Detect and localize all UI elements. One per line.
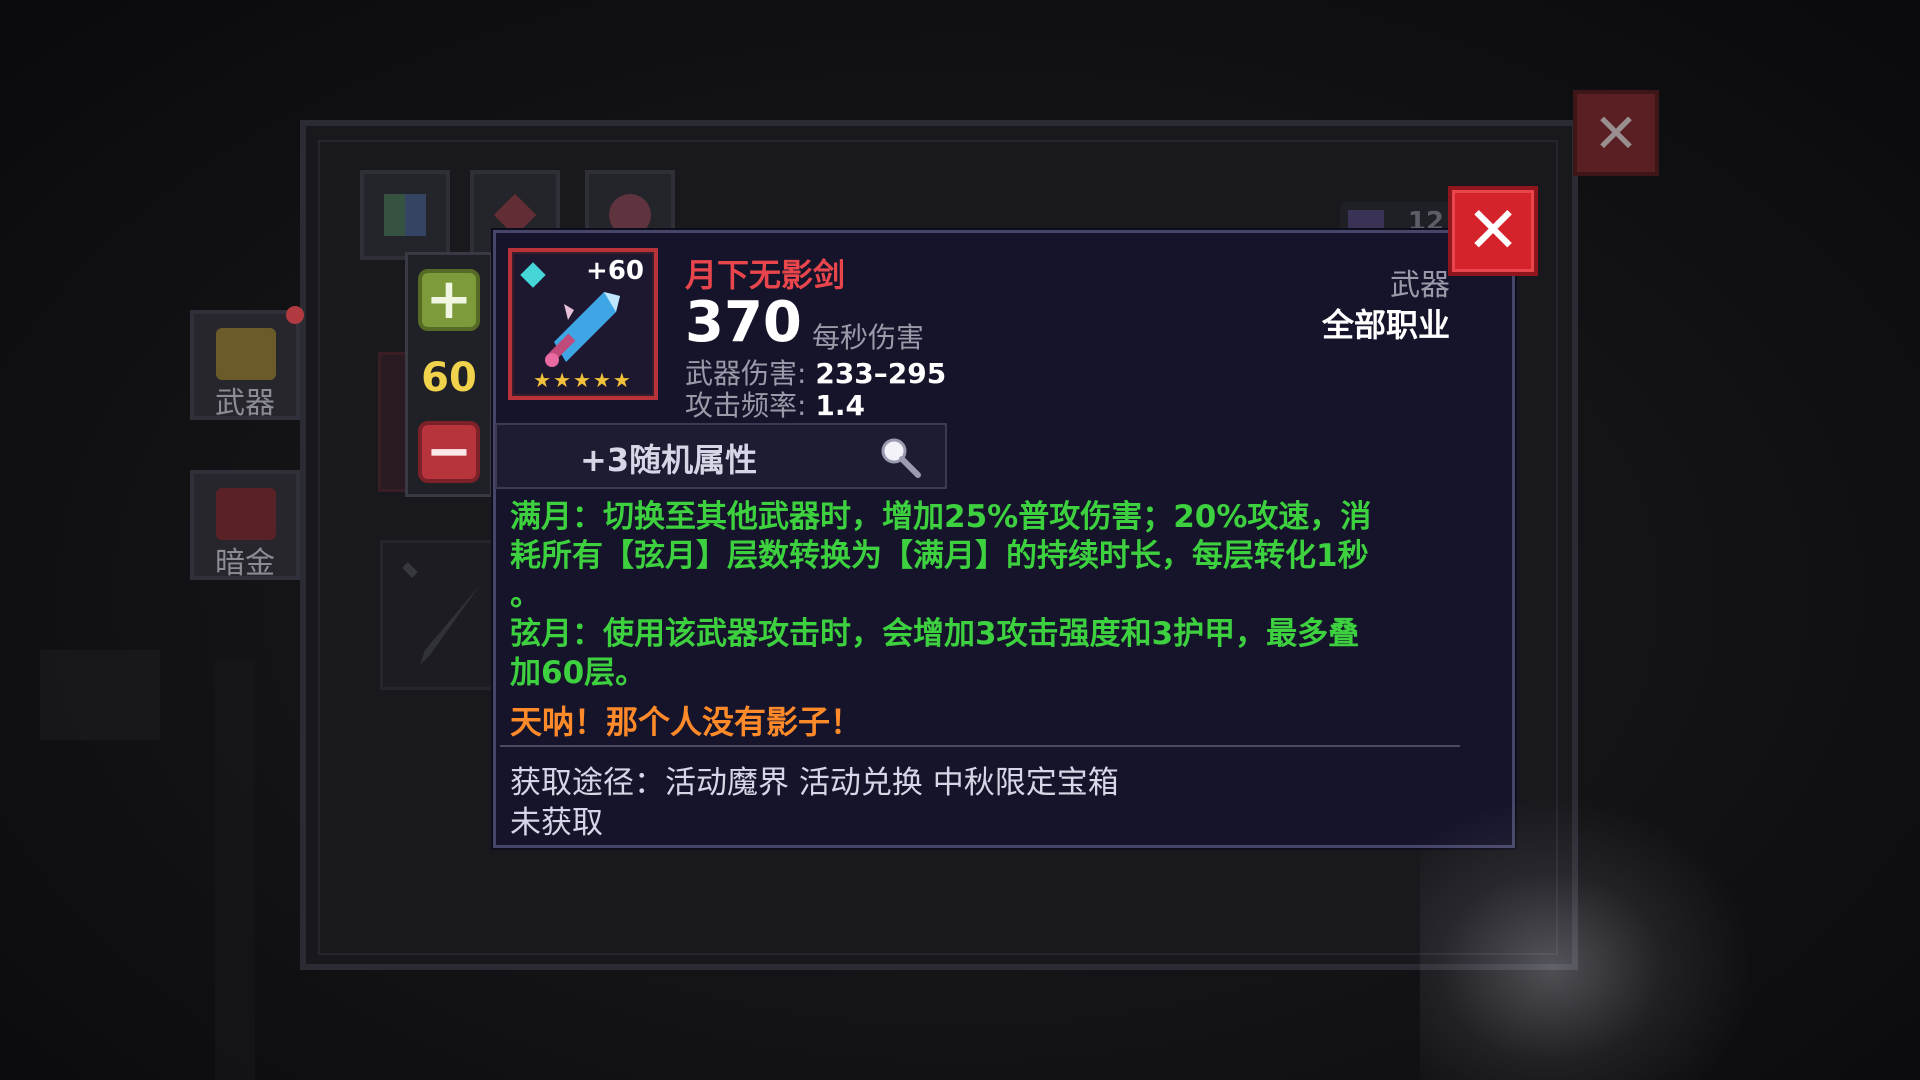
- dark-gold-chest-icon: [216, 488, 276, 540]
- increase-button[interactable]: +: [418, 269, 480, 331]
- dps-label: 每秒伤害: [812, 321, 925, 354]
- grid-icon: [384, 194, 426, 236]
- screen-glow: [1420, 800, 1750, 1080]
- background-decoration: [40, 650, 160, 740]
- moon-sword-icon: [545, 292, 620, 367]
- inventory-slot[interactable]: [380, 540, 500, 690]
- minus-icon: −: [425, 419, 473, 484]
- background-decoration: [215, 660, 255, 1080]
- flavor-text: 天呐！那个人没有影子！: [510, 703, 863, 741]
- item-class-label: 全部职业: [1321, 306, 1450, 344]
- sidebar-tab-label: 暗金: [215, 546, 275, 581]
- enhance-level-value: 60: [421, 355, 477, 401]
- inventory-close-button[interactable]: ✕: [1573, 90, 1659, 176]
- tooltip-divider: [500, 745, 1460, 747]
- notification-dot: [286, 306, 304, 324]
- plus-icon: +: [425, 267, 473, 332]
- tab-grid[interactable]: [360, 170, 450, 260]
- sidebar-tab-label: 武器: [215, 386, 275, 421]
- sword-silhouette-icon: [402, 562, 480, 665]
- description-line: 弦月：使用该武器攻击时，会增加3攻击强度和3护甲，最多叠: [510, 616, 1360, 652]
- description-line: 满月：切换至其他武器时，增加25%普攻伤害；20%攻速，消: [510, 499, 1372, 535]
- item-star-rating: ★★★★★: [533, 368, 633, 392]
- close-icon: ✕: [1466, 194, 1520, 268]
- item-type-label: 武器: [1390, 268, 1450, 303]
- acquisition-source: 获取途径：活动魔界 活动兑换 中秋限定宝箱: [510, 765, 1119, 801]
- attack-speed-value: 1.4: [815, 389, 865, 422]
- dps-value: 370: [685, 290, 802, 355]
- attack-speed-label: 攻击频率:: [685, 389, 807, 422]
- enhance-stepper: + 60 −: [405, 252, 493, 497]
- description-line: 加60层。: [510, 655, 647, 691]
- description-line: 。: [510, 577, 541, 613]
- random-attribute-label: +3随机属性: [580, 441, 758, 479]
- weapon-chest-icon: [216, 328, 276, 380]
- sidebar-tab-dark-gold[interactable]: 暗金: [190, 470, 300, 581]
- magnifier-icon[interactable]: [878, 435, 922, 479]
- sidebar-tab-weapon[interactable]: 武器: [190, 306, 304, 421]
- close-icon: ✕: [1593, 101, 1639, 165]
- description-line: 耗所有【弦月】层数转换为【满月】的持续时长，每层转化1秒: [510, 538, 1369, 574]
- tooltip-close-button[interactable]: ✕: [1448, 186, 1538, 276]
- attack-speed-row: 攻击频率: 1.4: [685, 384, 865, 424]
- acquisition-status: 未获取: [510, 805, 603, 841]
- decrease-button[interactable]: −: [418, 421, 480, 483]
- item-icon-frame: +60 ★★★★★: [508, 248, 658, 400]
